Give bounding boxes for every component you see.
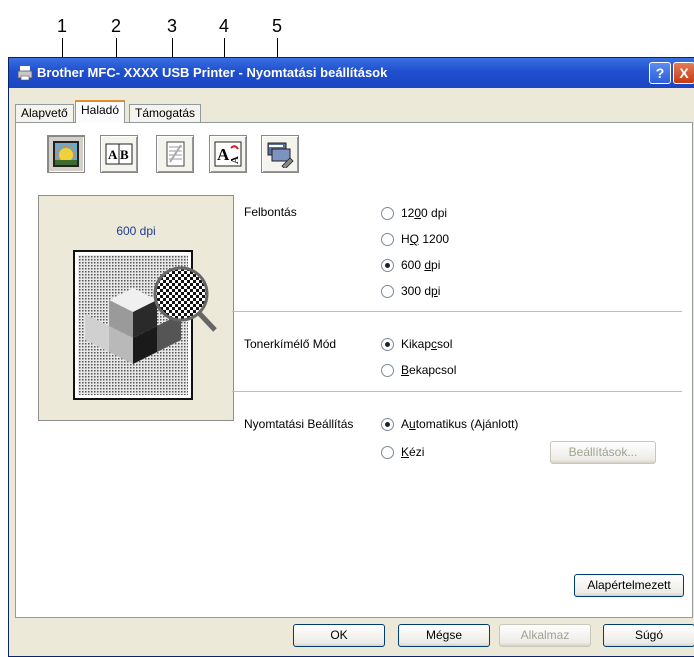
radio-circle-checked xyxy=(381,338,394,351)
callout-5: 5 xyxy=(272,16,283,36)
callout-4: 4 xyxy=(219,16,230,36)
resolution-300-text: 300 dpi xyxy=(401,284,441,298)
watermark-button[interactable] xyxy=(156,135,194,173)
default-button[interactable]: Alapértelmezett xyxy=(574,574,684,597)
svg-text:A: A xyxy=(229,156,241,164)
preview-resolution-label: 600 dpi xyxy=(116,224,156,238)
radio-circle-checked xyxy=(381,418,394,431)
callout-1: 1 xyxy=(57,16,68,36)
bottom-divider xyxy=(36,557,682,558)
page-setting-button[interactable]: A A xyxy=(209,135,247,173)
resolution-hq1200-text: HQ 1200 xyxy=(401,232,450,246)
help-button[interactable]: Súgó xyxy=(603,624,694,647)
radio-circle xyxy=(381,207,394,220)
callout-3: 3 xyxy=(167,16,178,36)
device-options-button[interactable] xyxy=(261,135,299,173)
toner-on-text: Bekapcsol xyxy=(401,363,457,377)
radio-circle xyxy=(381,364,394,377)
svg-text:A: A xyxy=(108,147,118,162)
section-divider xyxy=(232,391,682,392)
close-button[interactable]: X xyxy=(673,62,694,84)
resolution-label: Felbontás xyxy=(244,205,297,219)
print-setting-label: Nyomtatási Beállítás xyxy=(244,417,354,431)
radio-circle xyxy=(381,285,394,298)
print-preview: 600 dpi xyxy=(38,195,234,421)
section-divider xyxy=(232,311,682,312)
duplex-icon: A B xyxy=(105,143,133,165)
toner-save-label: Tonerkímélő Mód xyxy=(244,337,337,351)
ok-button[interactable]: OK xyxy=(293,624,385,647)
quality-icon xyxy=(53,141,79,167)
help-title-button[interactable]: ? xyxy=(649,62,671,84)
print-setting-manual-text: Kézi xyxy=(401,445,425,459)
page-setting-icon: A A xyxy=(214,141,242,167)
radio-circle-checked xyxy=(381,259,394,272)
resolution-1200-text: 1200 dpi xyxy=(401,206,448,220)
settings-button[interactable]: Beállítások... xyxy=(550,441,656,464)
watermark-icon xyxy=(166,141,185,167)
radio-circle xyxy=(381,446,394,459)
printer-settings-window: Brother MFC- XXXX USB Printer - Nyomtatá… xyxy=(8,57,694,657)
svg-text:B: B xyxy=(120,147,129,162)
radio-circle xyxy=(381,233,394,246)
callout-2: 2 xyxy=(111,16,122,36)
tab-basic[interactable]: Alapvető xyxy=(15,104,74,122)
tab-support[interactable]: Támogatás xyxy=(129,104,202,122)
device-options-icon xyxy=(267,142,294,168)
printer-icon xyxy=(17,66,33,81)
advanced-panel: A B A A 600 dpi Felbontás 1200 dpi HQ 12… xyxy=(15,122,693,618)
apply-button[interactable]: Alkalmaz xyxy=(499,624,591,647)
duplex-button[interactable]: A B xyxy=(100,135,138,173)
window-title: Brother MFC- XXXX USB Printer - Nyomtatá… xyxy=(37,65,388,80)
cancel-button[interactable]: Mégse xyxy=(398,624,490,647)
resolution-600-text: 600 dpi xyxy=(401,258,441,272)
tab-advanced[interactable]: Haladó xyxy=(75,100,126,123)
toner-off-text: Kikapcsol xyxy=(401,337,453,351)
print-quality-button[interactable] xyxy=(47,135,85,173)
preview-image xyxy=(73,250,217,400)
title-bar[interactable]: Brother MFC- XXXX USB Printer - Nyomtatá… xyxy=(9,58,694,88)
print-setting-auto-text: Automatikus (Ajánlott) xyxy=(401,417,519,431)
toolbar-divider xyxy=(24,183,684,184)
